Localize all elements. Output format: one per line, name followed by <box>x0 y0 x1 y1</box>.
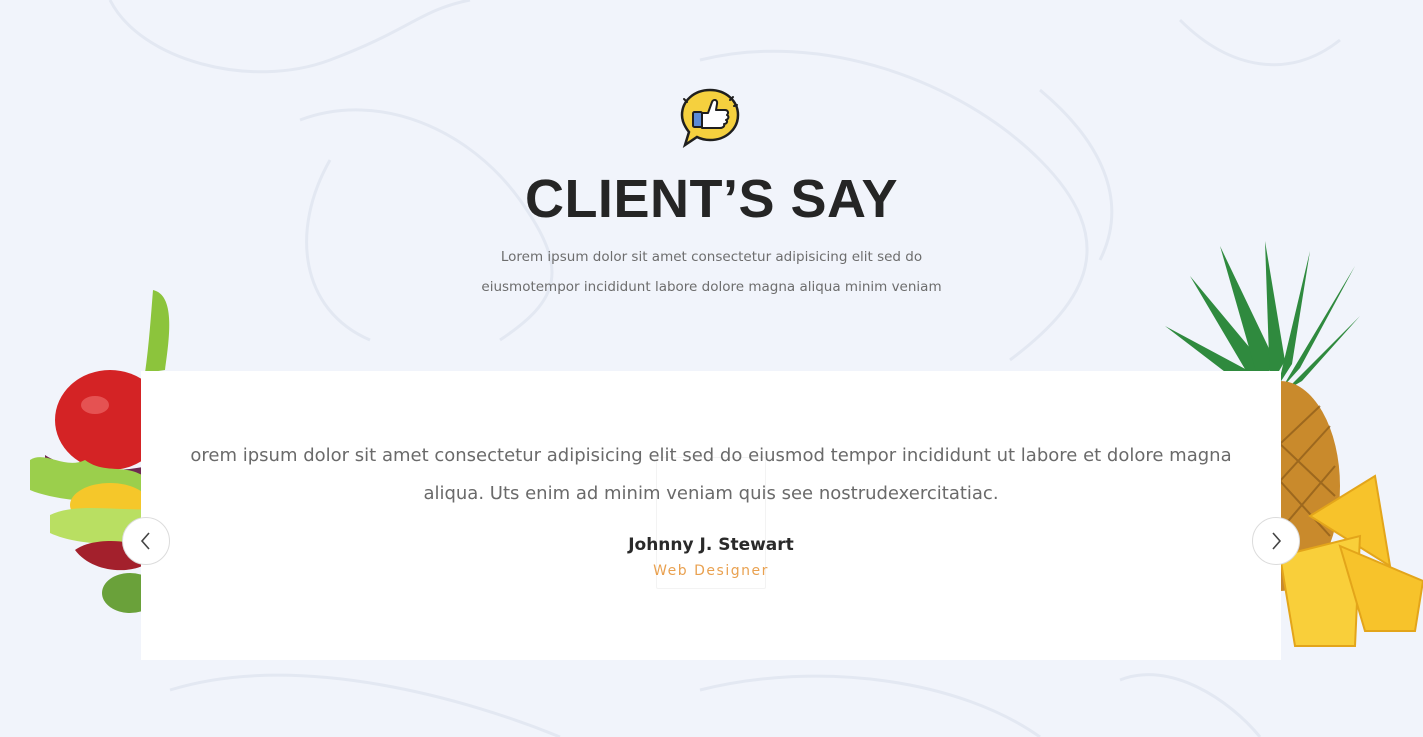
quote-line: aliqua. Uts enim ad minim veniam quis se… <box>423 483 999 504</box>
chevron-right-icon <box>1272 532 1282 550</box>
chevron-left-icon <box>140 532 150 550</box>
prev-button[interactable] <box>122 517 170 565</box>
testimonial-role: Web Designer <box>653 563 769 579</box>
thumbs-up-speech-bubble-icon <box>680 88 740 148</box>
testimonial-quote: orem ipsum dolor sit amet consectetur ad… <box>181 437 1241 513</box>
next-button[interactable] <box>1252 517 1300 565</box>
section-title: CLIENT’S SAY <box>524 169 899 229</box>
testimonial-author: Johnny J. Stewart <box>628 535 794 555</box>
testimonials-section: CLIENT’S SAY Lorem ipsum dolor sit amet … <box>0 0 1423 737</box>
testimonial-card: orem ipsum dolor sit amet consectetur ad… <box>141 371 1281 660</box>
quote-line: orem ipsum dolor sit amet consectetur ad… <box>190 445 1232 466</box>
